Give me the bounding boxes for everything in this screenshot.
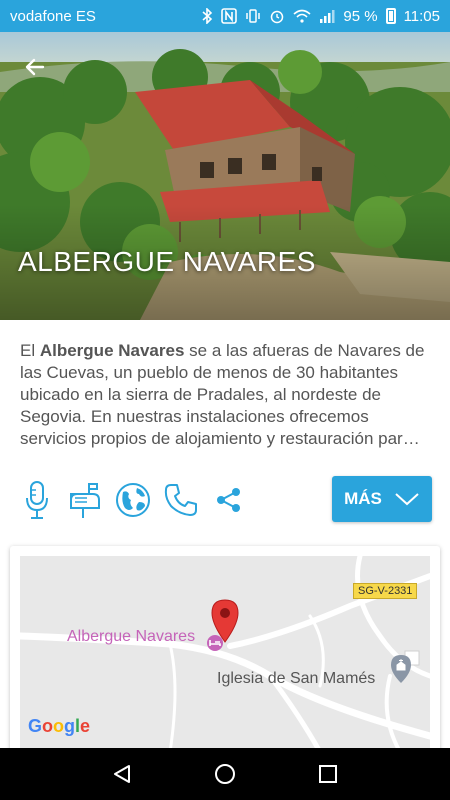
nav-home-button[interactable] xyxy=(205,754,245,794)
vibrate-icon xyxy=(245,8,261,24)
google-logo: Google xyxy=(28,716,91,736)
nav-recents-button[interactable] xyxy=(308,754,348,794)
place-title: ALBERGUE NAVARES xyxy=(18,246,316,277)
square-recents-icon xyxy=(319,765,338,783)
nfc-icon xyxy=(221,8,238,24)
share-button[interactable] xyxy=(210,478,248,522)
chevron-down-icon xyxy=(395,493,419,506)
phone-icon xyxy=(164,484,197,516)
nav-bar xyxy=(0,748,450,800)
map-card: SG-V-2331 Albergue Navares Iglesia de Sa… xyxy=(10,546,440,756)
battery-icon xyxy=(385,8,396,24)
description-text: El Albergue Navares se a las afueras de … xyxy=(20,340,432,450)
status-icons: 95 % 11:05 xyxy=(201,8,440,25)
action-row: MÁS xyxy=(18,476,432,524)
more-button[interactable]: MÁS xyxy=(332,476,432,522)
more-button-label: MÁS xyxy=(344,489,382,508)
share-icon xyxy=(217,488,240,512)
back-button[interactable] xyxy=(18,50,52,84)
mail-button[interactable] xyxy=(66,478,104,522)
carrier-name: vodafone ES xyxy=(10,7,96,25)
clock: 11:05 xyxy=(403,7,440,25)
road-label: SG-V-2331 xyxy=(353,583,418,599)
circle-home-icon xyxy=(214,764,235,784)
map-view[interactable]: SG-V-2331 Albergue Navares Iglesia de Sa… xyxy=(20,556,430,752)
mailbox-icon xyxy=(70,483,100,518)
bluetooth-icon xyxy=(201,8,213,24)
signal-icon xyxy=(319,9,335,23)
hero-image: ALBERGUE NAVARES xyxy=(0,32,450,320)
call-button[interactable] xyxy=(162,478,200,522)
church-label: Iglesia de San Mamés xyxy=(217,670,376,687)
description-lead: El xyxy=(20,341,40,360)
alarm-icon xyxy=(269,8,285,24)
microphone-icon xyxy=(26,481,48,519)
triangle-back-icon xyxy=(113,765,130,783)
battery-percent: 95 % xyxy=(343,7,378,25)
audio-guide-button[interactable] xyxy=(18,478,56,522)
map-place-name: Albergue Navares xyxy=(67,628,196,645)
church-marker-icon[interactable] xyxy=(390,654,412,684)
wifi-icon xyxy=(293,9,311,23)
location-pin-icon[interactable] xyxy=(210,598,240,644)
website-button[interactable] xyxy=(114,478,152,522)
description-name: Albergue Navares xyxy=(39,341,185,360)
globe-icon xyxy=(116,483,150,517)
status-bar: vodafone ES 95 % 11:05 xyxy=(0,0,450,32)
nav-back-button[interactable] xyxy=(102,754,142,794)
arrow-back-icon xyxy=(25,58,45,76)
